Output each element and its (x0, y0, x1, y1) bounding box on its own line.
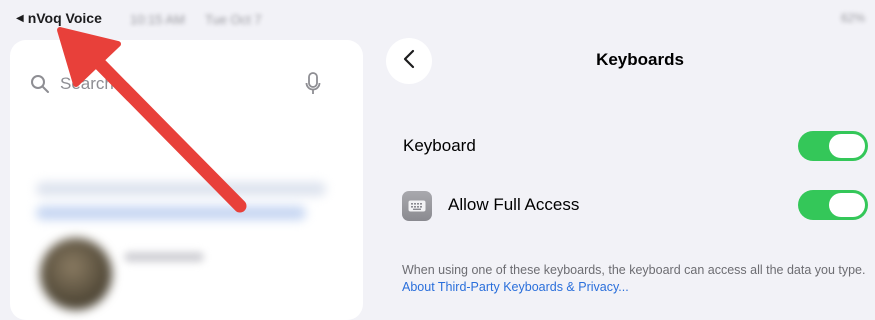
status-date: Tue Oct 7 (205, 12, 262, 27)
blurred-account-name (124, 252, 204, 262)
keyboard-toggle[interactable] (798, 131, 868, 161)
microphone-icon[interactable] (305, 72, 321, 101)
search-field[interactable]: Search (30, 74, 114, 94)
keyboard-row-label: Keyboard (403, 136, 476, 155)
back-button[interactable] (386, 38, 432, 84)
status-time: 10:15 AM (130, 12, 185, 27)
allow-full-access-label: Allow Full Access (448, 195, 580, 214)
toggle-knob (829, 193, 865, 217)
allow-full-access-toggle[interactable] (798, 190, 868, 220)
toggle-knob (829, 134, 865, 158)
page-title: Keyboards (596, 50, 684, 69)
blurred-list-item (36, 182, 326, 196)
status-battery: 62% (840, 11, 865, 25)
chevron-left-icon (403, 49, 415, 74)
privacy-footnote: When using one of these keyboards, the k… (402, 262, 872, 296)
avatar (40, 238, 112, 310)
privacy-link[interactable]: About Third-Party Keyboards & Privacy... (402, 280, 629, 294)
status-bar: ◀ nVoq Voice 10:15 AM Tue Oct 7 62% (0, 0, 875, 36)
back-to-app-link[interactable]: ◀ nVoq Voice (16, 10, 102, 26)
search-icon (30, 74, 50, 94)
keyboard-icon (402, 191, 432, 221)
footnote-text: When using one of these keyboards, the k… (402, 263, 866, 277)
blurred-list-item (36, 206, 306, 220)
back-to-app-label: nVoq Voice (27, 10, 102, 26)
search-input[interactable]: Search (60, 74, 114, 94)
back-triangle-icon: ◀ (16, 12, 24, 24)
